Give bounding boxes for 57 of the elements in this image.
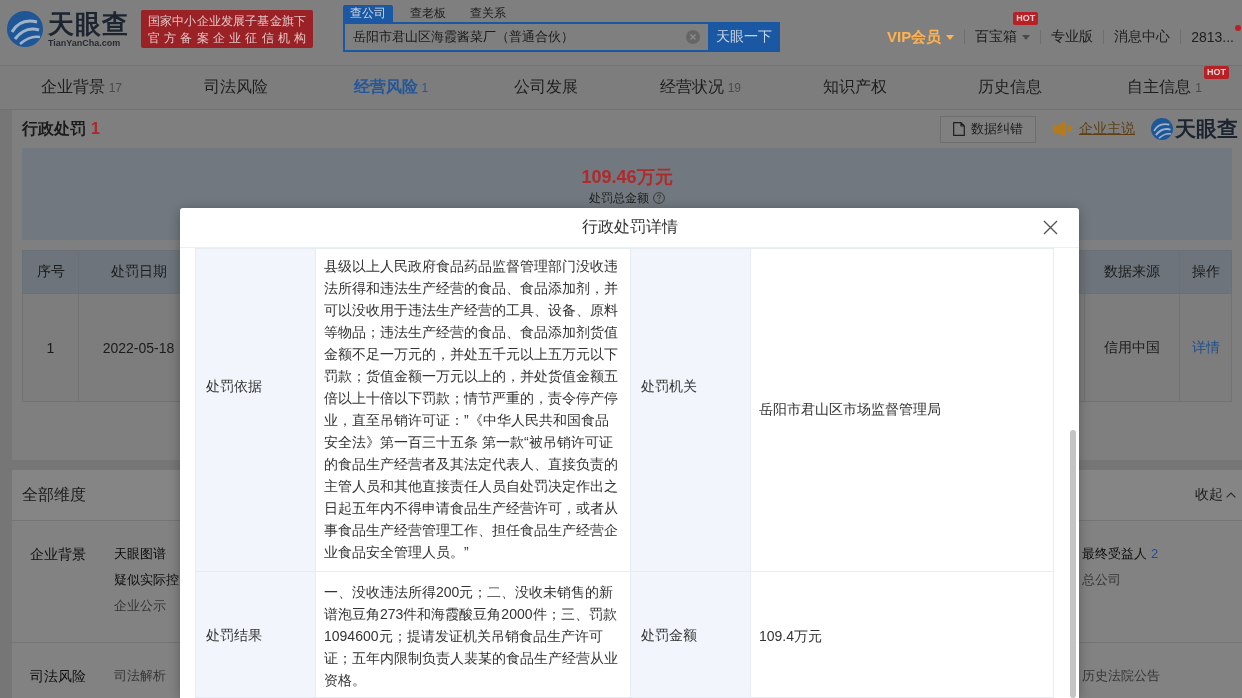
collapse-button[interactable]: 收起 bbox=[1195, 486, 1236, 504]
logo-icon bbox=[7, 11, 43, 47]
search-button[interactable]: 天眼一下 bbox=[708, 22, 780, 52]
logo-text: 天眼查 bbox=[1175, 117, 1238, 141]
logo-domain: TianYanCha.com bbox=[48, 38, 122, 48]
dialog-title: 行政处罚详情 bbox=[581, 217, 678, 237]
field-value: 县级以上人民政府食品药品监督管理部门没收违法所得和违法生产经营的食品、食品添加剂，并可以没收用于违法生产经营的工具、设备、原料等物品；违法生产经营的食品、食品添加剂货值金额不足一万元的，并处五千元以上五万元以下罚款；货值金额一万元以上的，并处货值金额五倍以上十倍以下罚款；情节严重的，责令停产停业，直至吊销许可证：”《中华人民共和国食品安全法》第一百三十五条 第一款“被吊销许可证的食品生产经营者及其法定代表人、直接负责的主管人员和其他直接责任人员自处罚决定作出之日起五年内不得申请食品生产经营许可，或者从事食品生产经营管理工作、担任食品生产经营企业食品安全管理人员。” bbox=[315, 248, 631, 572]
dimension-link[interactable]: 疑似实际控 bbox=[114, 567, 179, 593]
column-header: 序号 bbox=[22, 250, 79, 294]
search-tab[interactable]: 查关系 bbox=[463, 5, 513, 22]
column-header: 操作 bbox=[1179, 250, 1232, 294]
total-amount-label: 处罚总金额 bbox=[589, 190, 649, 206]
speaker-icon bbox=[1053, 121, 1071, 137]
hot-badge: HOT bbox=[1203, 66, 1229, 79]
field-label: 处罚金额 bbox=[630, 571, 751, 698]
field-value: 109.4万元 bbox=[750, 571, 1054, 698]
slogan-line: 官方备案企业征信机构 bbox=[148, 29, 306, 46]
column-header: 数据来源 bbox=[1084, 250, 1180, 294]
hot-badge: HOT bbox=[1013, 12, 1039, 25]
search-tab[interactable]: 查老板 bbox=[403, 5, 453, 22]
dimension-label: 司法风险 bbox=[29, 667, 87, 686]
menu-link[interactable]: 消息中心 bbox=[1114, 28, 1171, 46]
table-cell: 信用中国 bbox=[1084, 293, 1180, 402]
nav-tab[interactable]: 公司发展 bbox=[513, 77, 578, 98]
help-icon[interactable] bbox=[653, 192, 665, 204]
menu-link[interactable]: 百宝箱 bbox=[975, 28, 1031, 46]
document-icon bbox=[953, 122, 965, 136]
data-correction-button[interactable]: 数据纠错 bbox=[940, 115, 1036, 143]
field-label: 处罚机关 bbox=[630, 248, 751, 572]
owner-statement-link[interactable]: 企业主说 bbox=[1053, 120, 1135, 138]
clear-icon[interactable] bbox=[686, 30, 700, 44]
dimension-link[interactable]: 最终受益人 2 bbox=[1082, 541, 1159, 567]
section-count: 1 bbox=[91, 120, 100, 138]
dimension-label: 企业背景 bbox=[29, 545, 87, 564]
close-icon[interactable] bbox=[1043, 220, 1058, 235]
menu-link[interactable]: 专业版 bbox=[1051, 28, 1094, 46]
scrollbar-thumb[interactable] bbox=[1069, 430, 1076, 698]
section-title: 全部维度 bbox=[22, 484, 86, 505]
field-label: 处罚结果 bbox=[195, 571, 316, 698]
field-label: 处罚依据 bbox=[195, 248, 316, 572]
nav-tab[interactable]: 历史信息 bbox=[977, 77, 1042, 98]
section-title: 行政处罚 bbox=[22, 118, 86, 139]
logo-icon bbox=[1151, 118, 1173, 140]
nav-tab[interactable]: 知识产权 bbox=[823, 77, 888, 98]
dimension-link[interactable]: 天眼图谱 bbox=[114, 541, 166, 567]
search-tab[interactable]: 查公司 bbox=[343, 5, 393, 22]
table-cell: 1 bbox=[22, 293, 79, 402]
chevron-up-icon bbox=[1226, 492, 1236, 498]
field-value: 岳阳市君山区市场监督管理局 bbox=[750, 248, 1054, 572]
slogan-line: 国家中小企业发展子基金旗下 bbox=[148, 12, 306, 29]
vip-link[interactable]: VIP会员 bbox=[887, 27, 955, 47]
search-field[interactable]: 岳阳市君山区海霞酱菜厂（普通合伙） bbox=[343, 22, 708, 52]
logo-text: 天眼查 bbox=[48, 10, 129, 38]
field-value: 一、没收违法所得200元；二、没收未销售的新谱泡豆角273件和海霞酸豆角2000件；三、罚款1094600元；提请发证机关吊销食品生产许可证；五年内限制负责人裴某的食品生产经营从业资格。 bbox=[315, 571, 631, 698]
nav-tab[interactable]: 司法风险 bbox=[204, 77, 269, 98]
account-link[interactable]: 2813... bbox=[1191, 29, 1234, 45]
total-amount: 109.46万元 bbox=[581, 166, 673, 188]
